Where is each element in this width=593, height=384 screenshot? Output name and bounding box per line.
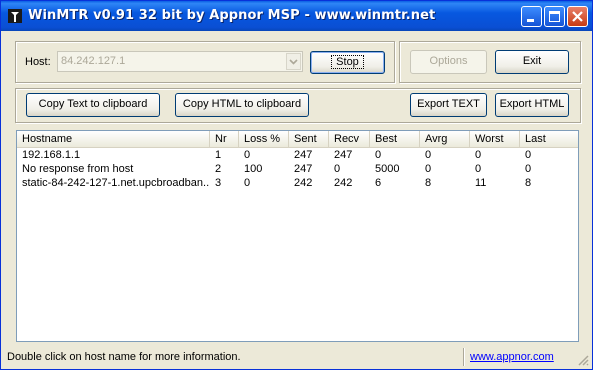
cell-nr: 3 [215, 177, 222, 189]
winmtr-window: WinMTR v0.91 32 bit by Appnor MSP - www.… [0, 0, 593, 370]
resize-grip-icon[interactable] [577, 354, 589, 366]
window-title: WinMTR v0.91 32 bit by Appnor MSP - www.… [28, 8, 436, 23]
exit-button-label: Exit [522, 55, 542, 67]
maximize-button[interactable] [544, 6, 565, 27]
cell-recv: 247 [334, 149, 353, 161]
copy-text-button-label: Copy Text to clipboard [38, 98, 148, 110]
cell-last: 0 [525, 163, 532, 175]
copy-html-button[interactable]: Copy HTML to clipboard [175, 93, 309, 117]
column-header-worst[interactable]: Worst [470, 131, 520, 147]
close-button[interactable] [567, 6, 588, 27]
table-row[interactable]: static-84-242-127-1.net.upcbroadban... 3… [17, 176, 578, 190]
host-label: Host: [25, 56, 51, 68]
cell-hostname[interactable]: static-84-242-127-1.net.upcbroadban... [17, 176, 210, 190]
export-html-button-label: Export HTML [499, 98, 565, 110]
host-value: 84.242.127.1 [61, 55, 126, 67]
export-text-button[interactable]: Export TEXT [410, 93, 487, 117]
table-header: Hostname Nr Loss % Sent Recv Best Avrg W… [17, 131, 578, 148]
copy-html-button-label: Copy HTML to clipboard [182, 98, 302, 110]
cell-best: 6 [375, 177, 382, 189]
column-header-loss[interactable]: Loss % [239, 131, 289, 147]
close-icon [572, 11, 583, 22]
cell-worst: 11 [475, 177, 487, 189]
column-header-recv[interactable]: Recv [329, 131, 370, 147]
column-header-last[interactable]: Last [520, 131, 578, 147]
cell-sent: 247 [294, 163, 313, 175]
column-header-hostname[interactable]: Hostname [17, 131, 210, 147]
dropdown-button[interactable] [286, 53, 301, 70]
column-header-nr[interactable]: Nr [210, 131, 239, 147]
column-header-avrg[interactable]: Avrg [420, 131, 470, 147]
cell-loss: 0 [244, 149, 251, 161]
status-separator [463, 348, 464, 366]
table-row[interactable]: No response from host 2 100 247 0 5000 0… [17, 162, 578, 176]
chevron-down-icon [289, 59, 298, 65]
cell-avrg: 0 [425, 149, 432, 161]
cell-sent: 247 [294, 149, 313, 161]
cell-best: 5000 [375, 163, 400, 175]
table-row[interactable]: 192.168.1.1 1 0 247 247 0 0 0 0 [17, 148, 578, 162]
minimize-icon [527, 19, 534, 22]
cell-last: 0 [525, 149, 532, 161]
host-combobox[interactable]: 84.242.127.1 [57, 51, 303, 72]
cell-hostname[interactable]: 192.168.1.1 [17, 148, 210, 162]
status-bar: Double click on host name for more infor… [2, 346, 591, 368]
appnor-link[interactable]: www.appnor.com [470, 351, 554, 363]
cell-loss: 100 [244, 163, 263, 175]
cell-hostname[interactable]: No response from host [17, 162, 210, 176]
cell-avrg: 8 [425, 177, 432, 189]
cell-nr: 2 [215, 163, 222, 175]
cell-sent: 242 [294, 177, 313, 189]
options-button[interactable]: Options [410, 50, 487, 74]
cell-nr: 1 [215, 149, 222, 161]
app-icon [8, 9, 22, 23]
status-text: Double click on host name for more infor… [7, 351, 241, 363]
cell-recv: 242 [334, 177, 353, 189]
column-header-best[interactable]: Best [370, 131, 420, 147]
cell-best: 0 [375, 149, 382, 161]
copy-text-button[interactable]: Copy Text to clipboard [26, 93, 160, 117]
export-text-button-label: Export TEXT [417, 98, 480, 110]
options-button-label: Options [429, 55, 468, 67]
cell-worst: 0 [475, 163, 482, 175]
cell-recv: 0 [334, 163, 341, 175]
cell-avrg: 0 [425, 163, 432, 175]
stop-button-label: Stop [331, 55, 364, 69]
title-bar[interactable]: WinMTR v0.91 32 bit by Appnor MSP - www.… [1, 1, 592, 31]
cell-worst: 0 [475, 149, 482, 161]
cell-last: 8 [525, 177, 532, 189]
stop-button[interactable]: Stop [310, 51, 385, 74]
minimize-button[interactable] [521, 6, 542, 27]
export-html-button[interactable]: Export HTML [495, 93, 569, 117]
exit-button[interactable]: Exit [495, 50, 569, 74]
results-table[interactable]: Hostname Nr Loss % Sent Recv Best Avrg W… [16, 130, 579, 342]
column-header-sent[interactable]: Sent [289, 131, 329, 147]
maximize-icon [549, 11, 560, 22]
cell-loss: 0 [244, 177, 251, 189]
